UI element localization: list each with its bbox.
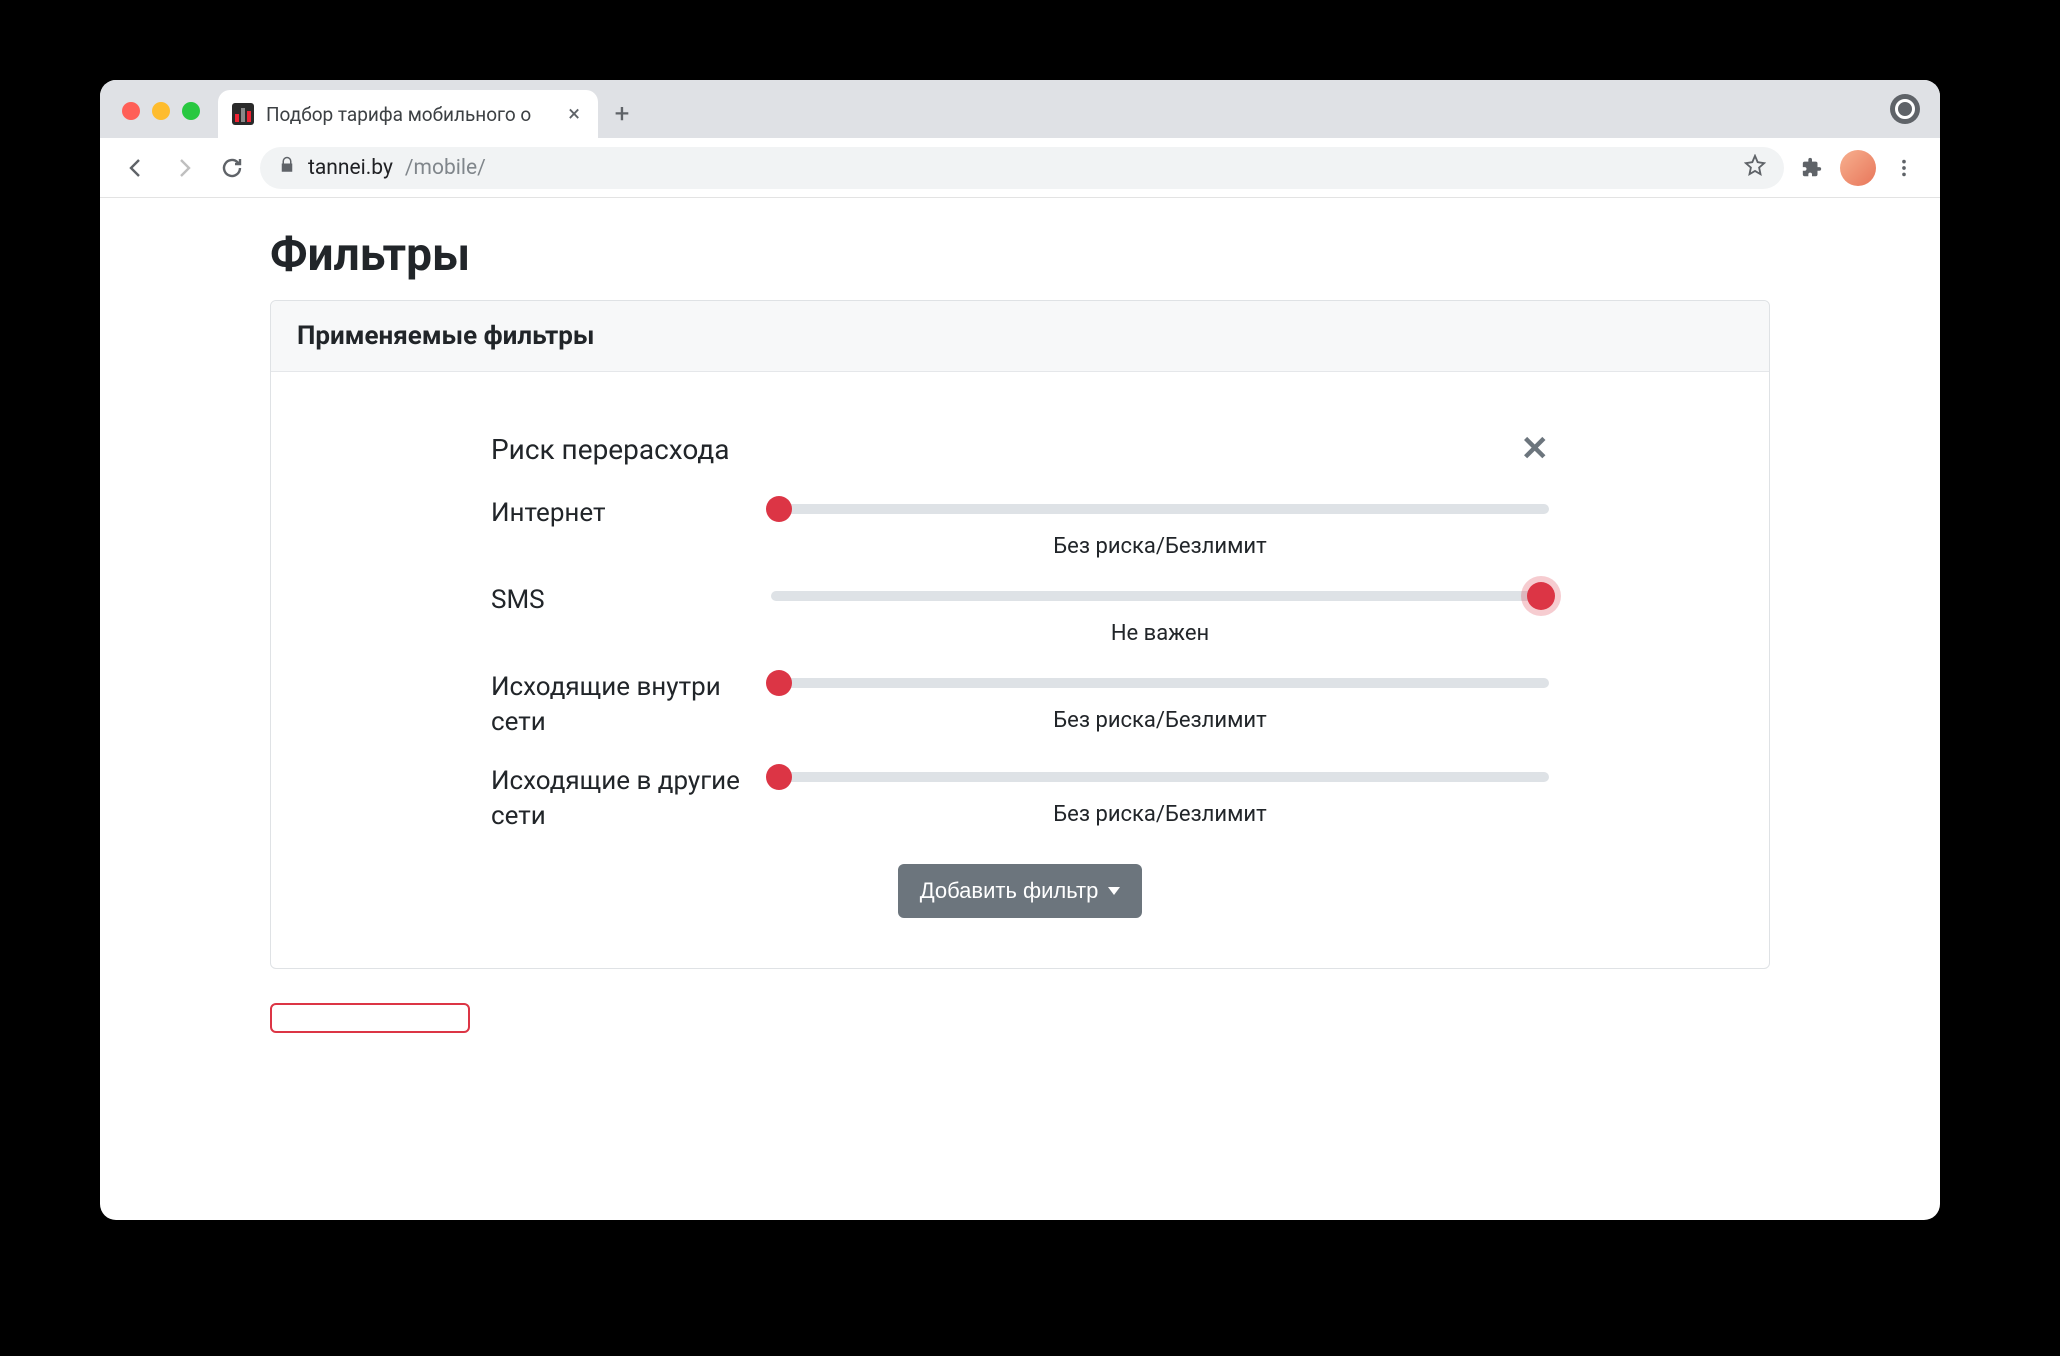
page-content: Фильтры Применяемые фильтры Риск перерас… — [100, 198, 1940, 1033]
slider-label: Исходящие в другие сети — [491, 762, 771, 834]
slider-outgoing-internal[interactable] — [771, 668, 1549, 698]
slider-caption: Без риска/Безлимит — [771, 708, 1549, 733]
profile-avatar[interactable] — [1840, 150, 1876, 186]
slider-row-internet: Интернет Без риска/Безлимит — [491, 494, 1549, 559]
slider-row-outgoing-internal: Исходящие внутри сети Без риска/Безлимит — [491, 668, 1549, 740]
slider-label: SMS — [491, 581, 771, 618]
slider-caption: Не важен — [771, 621, 1549, 646]
page-title: Фильтры — [270, 228, 1770, 282]
new-tab-button[interactable]: + — [598, 90, 646, 138]
minimize-window-icon[interactable] — [152, 102, 170, 120]
card-title: Применяемые фильтры — [271, 301, 1769, 372]
slider-sms[interactable] — [771, 581, 1549, 611]
slider-internet[interactable] — [771, 494, 1549, 524]
slider-label: Исходящие внутри сети — [491, 668, 771, 740]
menu-icon[interactable] — [1884, 148, 1924, 188]
close-tab-icon[interactable]: × — [564, 102, 584, 127]
address-bar: tannei.by/mobile/ — [100, 138, 1940, 198]
filters-card: Применяемые фильтры Риск перерасхода ✕ И… — [270, 300, 1770, 969]
browser-tab[interactable]: Подбор тарифа мобильного о × — [218, 90, 598, 138]
reload-button[interactable] — [212, 148, 252, 188]
card-body: Риск перерасхода ✕ Интернет Без риска/Бе… — [271, 372, 1769, 968]
close-window-icon[interactable] — [122, 102, 140, 120]
back-button[interactable] — [116, 148, 156, 188]
tab-bar: Подбор тарифа мобильного о × + — [100, 80, 1940, 138]
slider-row-outgoing-external: Исходящие в другие сети Без риска/Безлим… — [491, 762, 1549, 834]
url-host: tannei.by — [308, 156, 393, 180]
favicon-icon — [232, 103, 254, 125]
url-path: /mobile/ — [405, 156, 486, 180]
forward-button[interactable] — [164, 148, 204, 188]
extensions-icon[interactable] — [1792, 148, 1832, 188]
slider-row-sms: SMS Не важен — [491, 581, 1549, 646]
window-controls — [116, 102, 212, 138]
lock-icon — [278, 156, 296, 180]
profile-indicator-icon[interactable] — [1890, 94, 1920, 124]
slider-outgoing-external[interactable] — [771, 762, 1549, 792]
browser-window: Подбор тарифа мобильного о × + tannei.by… — [100, 80, 1940, 1220]
url-field[interactable]: tannei.by/mobile/ — [260, 147, 1784, 189]
slider-caption: Без риска/Безлимит — [771, 802, 1549, 827]
chevron-down-icon — [1108, 887, 1120, 895]
slider-label: Интернет — [491, 494, 771, 531]
add-filter-button[interactable]: Добавить фильтр — [898, 864, 1143, 918]
add-filter-label: Добавить фильтр — [920, 878, 1099, 904]
bookmark-star-icon[interactable] — [1744, 154, 1766, 182]
remove-filter-icon[interactable]: ✕ — [1521, 432, 1550, 466]
filter-group-header: Риск перерасхода ✕ — [491, 432, 1549, 466]
tab-title: Подбор тарифа мобильного о — [266, 103, 552, 126]
maximize-window-icon[interactable] — [182, 102, 200, 120]
slider-caption: Без риска/Безлимит — [771, 534, 1549, 559]
outline-button-partial[interactable] — [270, 1003, 470, 1033]
filter-group-title: Риск перерасхода — [491, 433, 729, 466]
